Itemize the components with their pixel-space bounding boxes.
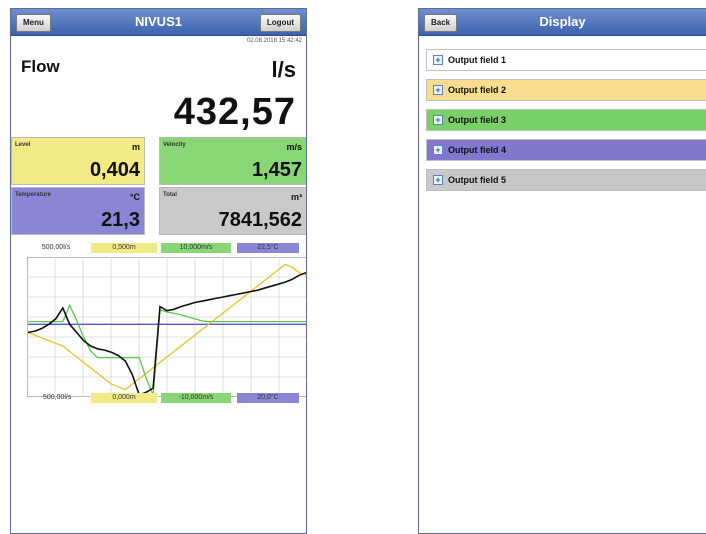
- tile-value: 0,404: [89, 159, 140, 181]
- output-field-5-row[interactable]: + Output field 5: [426, 169, 706, 191]
- flow-label: Flow: [21, 57, 60, 76]
- velocity-tile[interactable]: Velocity m/s 1,457: [159, 137, 306, 185]
- expand-plus-icon[interactable]: +: [433, 175, 443, 185]
- display-settings-screen: Back Display + Output field 1 + Output f…: [418, 8, 706, 534]
- trend-chart[interactable]: [27, 257, 307, 397]
- field-label: Output field 2: [448, 85, 506, 95]
- top-bar: Menu NIVUS1 Logout: [11, 9, 306, 36]
- tile-value: 21,3: [101, 209, 140, 231]
- field-label: Output field 4: [448, 145, 506, 155]
- flow-overview-screen: Menu NIVUS1 Logout 02.08.2018 15:42:42 F…: [10, 8, 307, 534]
- tile-unit: m/s: [286, 142, 302, 152]
- expand-plus-icon[interactable]: +: [433, 85, 443, 95]
- field-label: Output field 1: [448, 55, 506, 65]
- flow-unit: l/s: [271, 57, 296, 82]
- tile-unit: °C: [129, 192, 140, 202]
- tile-label: Temperature: [15, 192, 51, 198]
- chart-bottom-scale-level: 0,000m: [91, 393, 157, 403]
- tile-value: 7841,562: [218, 209, 302, 231]
- tile-unit: m³: [291, 192, 302, 202]
- chart-top-scale-flow: 500,00l/s: [41, 244, 71, 251]
- logout-button[interactable]: Logout: [259, 14, 301, 32]
- expand-plus-icon[interactable]: +: [433, 145, 443, 155]
- back-button[interactable]: Back: [424, 14, 458, 32]
- datetime-display: 02.08.2018 15:42:42: [246, 38, 302, 44]
- output-field-4-row[interactable]: + Output field 4: [426, 139, 706, 161]
- output-field-3-row[interactable]: + Output field 3: [426, 109, 706, 131]
- tile-label: Total: [163, 192, 177, 198]
- field-label: Output field 3: [448, 115, 506, 125]
- chart-top-scale-velocity: 10,000m/s: [161, 243, 231, 253]
- chart-bottom-scale-temperature: 20,0°C: [237, 393, 299, 403]
- screen-title: NIVUS1: [135, 14, 182, 29]
- flow-value: 432,57: [173, 91, 296, 133]
- expand-plus-icon[interactable]: +: [433, 115, 443, 125]
- tile-label: Level: [15, 142, 31, 148]
- expand-plus-icon[interactable]: +: [433, 55, 443, 65]
- field-label: Output field 5: [448, 175, 506, 185]
- screen-title: Display: [539, 14, 586, 29]
- chart-bottom-scale-velocity: -10,000m/s: [161, 393, 231, 403]
- total-tile[interactable]: Total m³ 7841,562: [159, 187, 306, 235]
- output-field-1-row[interactable]: + Output field 1: [426, 49, 706, 71]
- chart-bottom-scale-flow: -500,00l/s: [40, 394, 72, 401]
- output-field-2-row[interactable]: + Output field 2: [426, 79, 706, 101]
- level-tile[interactable]: Level m 0,404: [11, 137, 145, 185]
- menu-button[interactable]: Menu: [16, 14, 51, 32]
- tile-unit: m: [131, 142, 140, 152]
- chart-top-scale-level: 0,500m: [91, 243, 157, 253]
- chart-top-scale-temperature: 22,5°C: [237, 243, 299, 253]
- tile-label: Velocity: [163, 142, 186, 148]
- tile-value: 1,457: [251, 159, 302, 181]
- top-bar: Back Display: [419, 9, 706, 36]
- temperature-tile[interactable]: Temperature °C 21,3: [11, 187, 145, 235]
